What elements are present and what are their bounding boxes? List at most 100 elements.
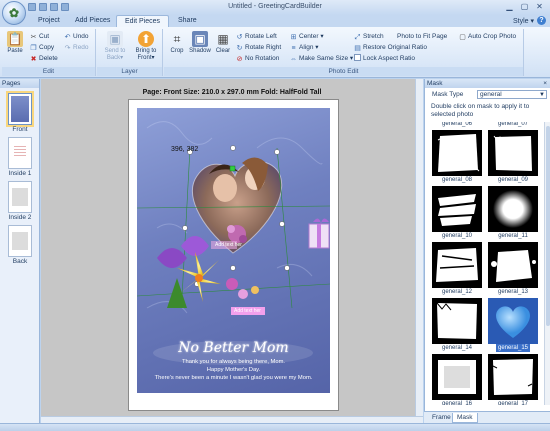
rotate-left-button[interactable]: ↺ Rotate Left [236,32,277,41]
mask-name: general_12 [441,289,473,295]
qat-undo-icon[interactable] [50,3,58,11]
mask-name: general_14 [441,345,473,351]
delete-icon: ✖ [30,56,37,63]
tab-edit-pieces[interactable]: Edit Pieces [116,15,170,27]
mask-item-general-12[interactable]: general_12 [430,242,484,296]
edit-group-label: Edit [2,67,95,76]
lily-bouquet-clipart[interactable] [157,236,259,308]
mask-item-general-10[interactable]: general_10 [430,186,484,240]
mask-name: general_07 [497,122,529,127]
bring-to-front-button[interactable]: ⬆ Bring to Front▾ [131,31,161,61]
mask-item-general-16[interactable]: general_16 [430,354,484,405]
page-thumb-back[interactable] [8,225,32,257]
mask-name: general_10 [441,233,473,239]
tab-share[interactable]: Share [170,15,205,27]
mask-scrollbar-thumb[interactable] [546,126,550,326]
maximize-button[interactable]: ▢ [518,2,531,12]
app-menu-button[interactable]: ✿ [2,1,26,25]
stretch-label: Stretch [363,33,384,40]
mask-item-general-14[interactable]: general_14 [430,298,484,352]
design-workspace[interactable]: Page: Front Size: 210.0 x 297.0 mm Fold:… [41,79,423,423]
photo-to-fit-page-button[interactable]: Photo to Fit Page [397,32,447,41]
copy-icon: ❐ [30,45,37,52]
crop-button[interactable]: ⌗ Crop [166,31,188,54]
help-icon[interactable]: ? [537,16,546,25]
card-message-line-2[interactable]: Happy Mother's Day. [137,367,330,373]
page-label-inside-1: Inside 1 [8,170,32,177]
card-message-line-1[interactable]: Thank you for always being there, Mom. [137,359,330,365]
center-button[interactable]: ⊞ Center ▾ [290,32,324,41]
mask-item-general-09[interactable]: general_09 [486,130,540,184]
paste-button[interactable]: 📋 Paste [4,31,26,54]
mask-shape-rough-rect [437,134,480,172]
page-thumb-front[interactable] [6,91,34,127]
front-thumb-image [11,96,29,122]
mask-scrollbar[interactable] [544,122,550,405]
rotate-handle[interactable] [229,165,236,172]
gift-box-clipart[interactable] [308,218,330,249]
card-front[interactable]: Add text her Add text her No Better Mom … [137,108,330,393]
align-label: Align ▾ [299,44,319,51]
page-label-front: Front [12,126,28,133]
rotate-right-label: Rotate Right [245,44,282,51]
tab-mask[interactable]: Mask [452,413,478,423]
chevron-down-icon: ▼ [539,92,545,98]
send-to-back-button[interactable]: ▣ Send to Back▾ [102,31,128,61]
add-text-box-2[interactable]: Add text her [234,308,261,314]
restore-ratio-icon: ▤ [354,45,361,52]
align-button[interactable]: ≡ Align ▾ [290,43,319,52]
mask-item-general-08[interactable]: general_08 [430,130,484,184]
make-same-size-button[interactable]: ⇔ Make Same Size ▾ [290,54,353,63]
cut-button[interactable]: ✂ Cut [30,32,50,41]
restore-original-ratio-button[interactable]: ▤ Restore Original Ratio [354,43,427,52]
paste-icon: 📋 [7,31,23,47]
page-thumb-inside-2[interactable] [8,181,32,213]
mask-thumbnail-selected [488,298,538,344]
qat-save-icon[interactable] [39,3,47,11]
add-text-box-1[interactable]: Add text her [215,242,242,248]
workspace-horizontal-scrollbar[interactable] [41,416,423,423]
mask-shape-soft-oval [493,190,533,228]
delete-button[interactable]: ✖ Delete [30,54,58,63]
card-headline[interactable]: No Better Mom [137,340,330,356]
mask-item-general-17[interactable]: general_17 [486,354,540,405]
rotate-right-button[interactable]: ↻ Rotate Right [236,43,282,52]
shadow-button[interactable]: ▣ Shadow [189,31,211,54]
workspace-vertical-scrollbar[interactable] [415,79,423,423]
style-menu[interactable]: Style ▾ [513,17,534,25]
mask-panel-close-icon[interactable]: × [543,79,550,88]
page-thumb-inside-1[interactable] [8,137,32,169]
mask-panel: Mask × Mask Type general ▼ Double click … [424,79,550,423]
auto-crop-photo-button[interactable]: ▢ Auto Crop Photo [459,32,516,41]
mask-item-general-13[interactable]: general_13 [486,242,540,296]
mask-shape-grunge [436,248,478,282]
card-message-line-3[interactable]: There's never been a minute I wasn't gla… [137,375,330,381]
tab-frame[interactable]: Frame [428,413,455,423]
redo-button[interactable]: ↷ Redo [64,43,89,52]
close-button[interactable]: ✕ [533,2,546,12]
app-logo-icon: ✿ [8,6,20,20]
qat-new-icon[interactable] [28,3,36,11]
mask-name: general_16 [441,401,473,405]
edit-group: 📋 Paste ✂ Cut ❐ Copy ✖ Delete ↶ Undo ↷ Redo E… [2,29,96,76]
bring-to-front-label: Bring to Front▾ [135,48,157,61]
mask-item-general-06[interactable]: general_06 [430,122,484,128]
mask-thumbnail [432,242,482,288]
qat-redo-icon[interactable] [61,3,69,11]
tab-add-pieces[interactable]: Add Pieces [67,15,118,27]
mask-item-general-07[interactable]: general_07 [486,122,540,128]
no-rotation-button[interactable]: ⊘ No Rotation [236,54,280,63]
lock-aspect-ratio-checkbox[interactable]: Lock Aspect Ratio [354,54,415,63]
mask-item-general-11[interactable]: general_11 [486,186,540,240]
stretch-button[interactable]: ⤢ Stretch [354,32,384,41]
mask-type-select[interactable]: general ▼ [477,90,547,99]
clear-button[interactable]: ▦ Clear [212,31,234,54]
undo-button[interactable]: ↶ Undo [64,32,89,41]
minimize-button[interactable]: ▁ [503,2,516,12]
copy-button[interactable]: ❐ Copy [30,43,54,52]
card-page[interactable]: Add text her Add text her No Better Mom … [128,99,339,411]
layer-group: ▣ Send to Back▾ ⬆ Bring to Front▾ Layer [97,29,163,76]
tab-project[interactable]: Project [30,15,68,27]
mask-name: general_17 [497,401,529,405]
mask-item-general-15[interactable]: general_15 [486,298,540,352]
